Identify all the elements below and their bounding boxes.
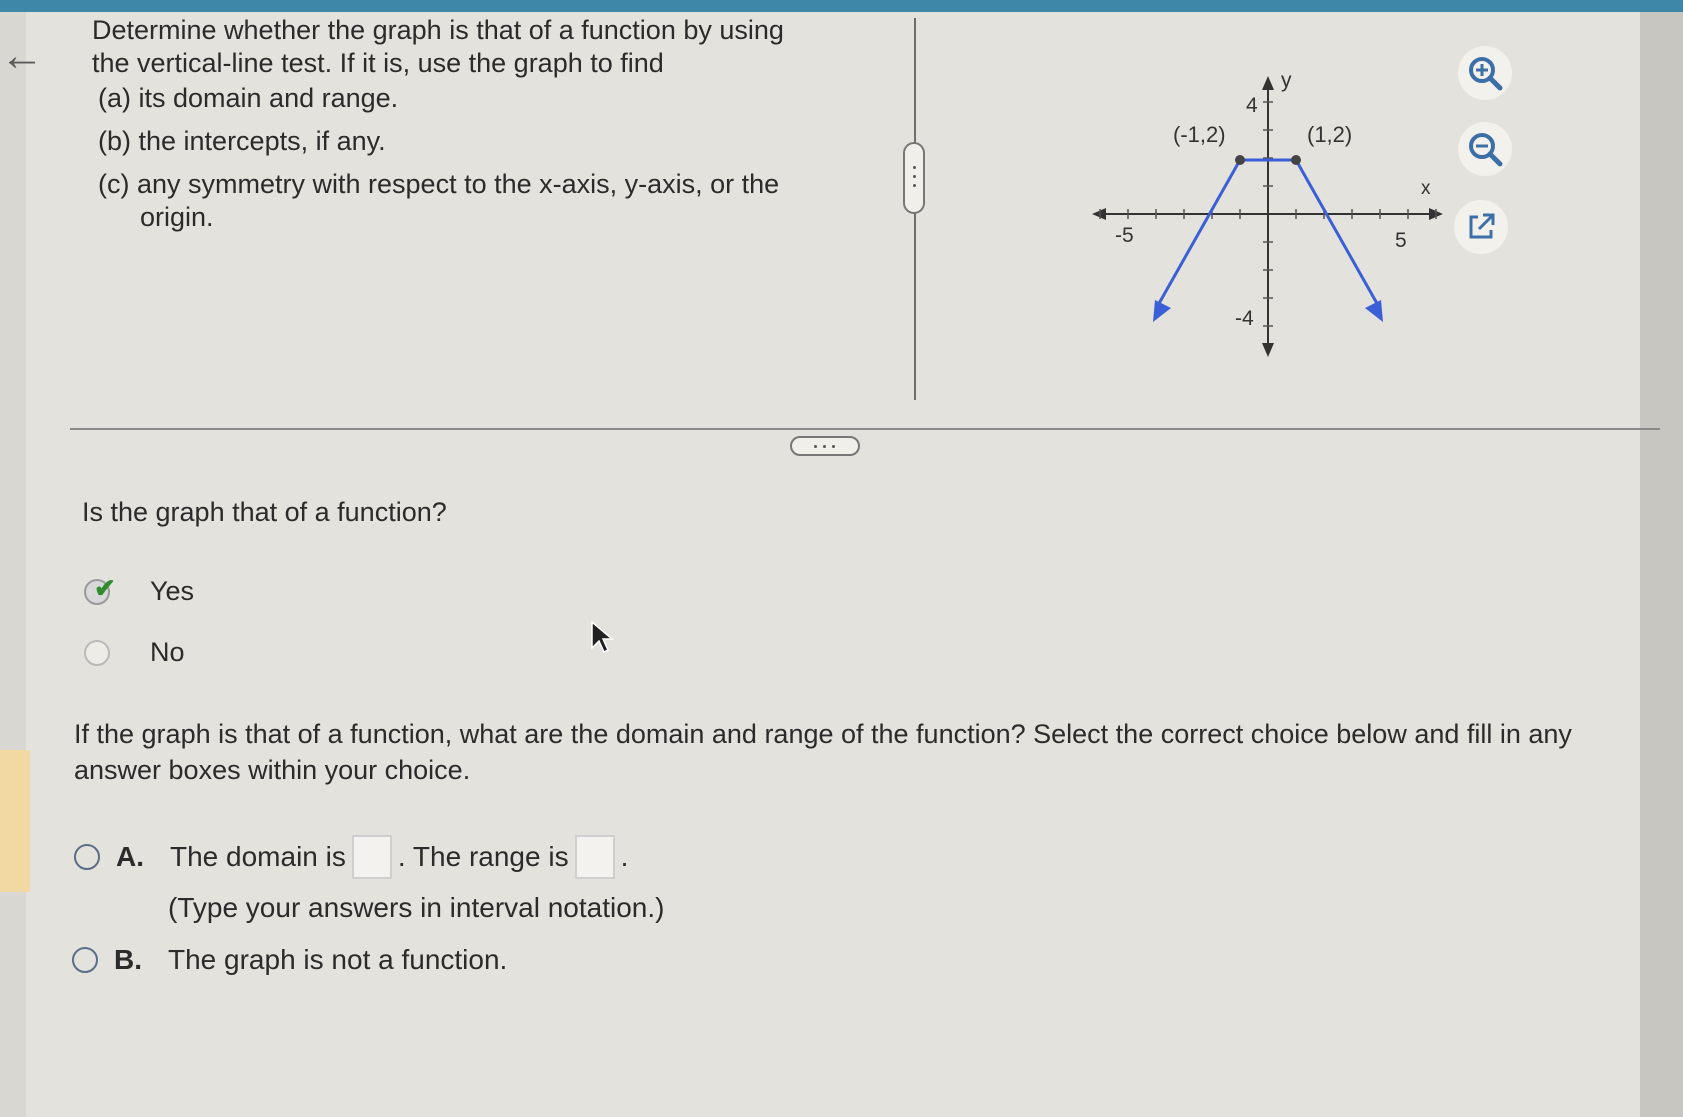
vertical-resize-handle[interactable] (903, 142, 925, 214)
choice-a-range-text: . The range is (397, 841, 569, 872)
choice-a-hint: (Type your answers in interval notation.… (168, 892, 665, 923)
y-axis-arrow-down (1262, 343, 1274, 357)
tick-label-y-neg4: -4 (1235, 307, 1254, 330)
choice-a[interactable]: A. The domain is . The range is . (74, 835, 628, 879)
point-left (1235, 155, 1245, 165)
choice-b-letter: B. (114, 944, 142, 975)
zoom-out-icon (1469, 133, 1503, 167)
graph-svg: y x -5 5 4 -4 (-1,2) (1,2) (1092, 69, 1443, 357)
radio-yes[interactable]: ✔ (84, 573, 116, 605)
checkmark-icon: ✔ (94, 572, 116, 603)
horizontal-resize-handle[interactable] (790, 436, 860, 456)
graph-left-ray (1155, 159, 1242, 308)
choice-b[interactable]: B. The graph is not a function. (72, 944, 507, 976)
right-ray-arrowhead (1365, 300, 1383, 322)
choice-a-end: . (620, 841, 629, 872)
horizontal-divider (70, 428, 1660, 430)
mouse-cursor-icon (591, 620, 614, 654)
option-no[interactable]: No (84, 637, 185, 668)
graph-right-ray (1294, 159, 1381, 308)
prompt-line-1: Determine whether the graph is that of a… (92, 15, 784, 45)
left-ray-arrowhead (1153, 300, 1171, 322)
choice-b-text: The graph is not a function. (168, 944, 508, 975)
problem-prompt: Determine whether the graph is that of a… (92, 14, 882, 234)
option-yes-label: Yes (150, 576, 195, 606)
question-2-text: If the graph is that of a function, what… (74, 719, 1572, 785)
radio-choice-a[interactable] (74, 844, 100, 870)
prompt-part-c: (c) any symmetry with respect to the x-a… (98, 169, 780, 199)
prompt-line-2: the vertical-line test. If it is, use th… (92, 48, 664, 78)
function-graph: y x -5 5 4 -4 (-1,2) (1,2) (1085, 62, 1455, 367)
tick-label-y-4: 4 (1246, 94, 1258, 117)
option-yes[interactable]: ✔ Yes (84, 573, 195, 607)
prompt-part-b: (b) the intercepts, if any. (98, 126, 386, 156)
question-1-text: Is the graph that of a function? (82, 497, 447, 527)
choice-a-letter: A. (116, 841, 144, 872)
side-tab[interactable] (0, 750, 30, 892)
point-right (1291, 155, 1301, 165)
zoom-out-button[interactable] (1458, 122, 1512, 176)
point-left-label: (-1,2) (1173, 122, 1226, 147)
right-edge (1640, 12, 1683, 1117)
radio-no[interactable] (84, 639, 110, 666)
zoom-in-icon (1469, 57, 1503, 91)
radio-choice-b[interactable] (72, 947, 98, 973)
prompt-part-a: (a) its domain and range. (98, 83, 399, 113)
choice-a-domain-text: The domain is (170, 841, 346, 872)
option-no-label: No (150, 637, 185, 667)
zoom-in-button[interactable] (1458, 46, 1512, 100)
x-axis-arrow-left (1092, 208, 1106, 220)
y-axis-label: y (1281, 69, 1292, 92)
tick-label-x-5: 5 (1395, 229, 1407, 252)
open-graph-button[interactable] (1454, 200, 1508, 254)
prompt-part-c-cont: origin. (140, 202, 214, 232)
y-axis-arrow-up (1262, 76, 1274, 90)
top-bar (0, 0, 1683, 12)
back-arrow-icon[interactable]: ← (0, 34, 44, 78)
x-axis-label: x (1421, 178, 1431, 199)
point-right-label: (1,2) (1307, 122, 1352, 147)
external-link-icon (1469, 213, 1495, 239)
left-strip (0, 12, 26, 1117)
domain-answer-box[interactable] (351, 835, 392, 879)
tick-label-x-neg5: -5 (1115, 224, 1134, 247)
range-answer-box[interactable] (574, 835, 615, 879)
